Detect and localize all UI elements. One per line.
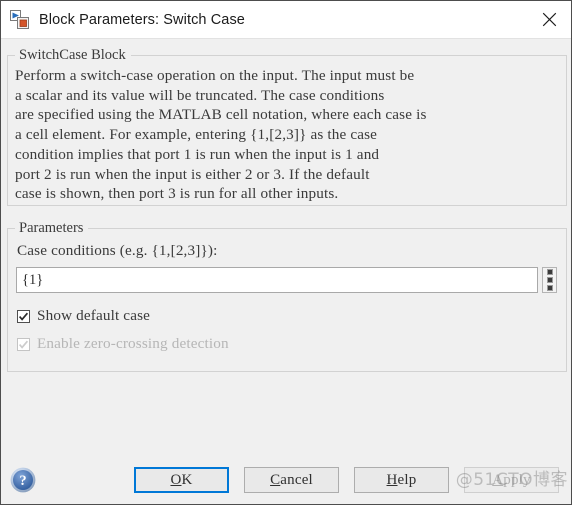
parameters-content: Case conditions (e.g. {1,[2,3]}): {1} Sh… [8,237,566,353]
checkbox-checked-icon [17,309,30,323]
checkbox-show-default-case[interactable]: Show default case [17,307,557,325]
cancel-button-label: Cancel [270,471,313,488]
cancel-button[interactable]: Cancel [244,467,339,493]
dialog-button-bar: OK Cancel Help Apply [134,467,561,493]
close-icon[interactable] [527,1,571,38]
block-description-text: Perform a switch-case operation on the i… [15,67,427,203]
dot-3 [546,285,553,291]
window-title: Block Parameters: Switch Case [39,11,245,28]
apply-button-label: Apply [492,471,531,488]
simulink-block-icon [10,10,29,29]
case-conditions-label: Case conditions (e.g. {1,[2,3]}): [17,242,218,259]
help-button[interactable]: Help [354,467,449,493]
ok-button-label: OK [170,471,193,488]
description-group-legend: SwitchCase Block [19,47,126,63]
question-mark-icon[interactable]: ? [10,467,36,493]
parameters-group-legend: Parameters [19,220,84,236]
checkbox-checked-disabled-icon [17,337,30,351]
case-conditions-input[interactable] [16,267,538,293]
parameters-group: Parameters Case conditions (e.g. {1,[2,3… [7,220,567,372]
ok-button[interactable]: OK [134,467,229,493]
vertical-dots-icon[interactable] [542,267,557,293]
help-button-label: Help [386,471,417,488]
title-bar: Block Parameters: Switch Case [1,1,571,39]
block-parameters-dialog: Block Parameters: Switch Case SwitchCase… [0,0,572,505]
dot-1 [546,269,553,275]
checkbox-show-default-case-label: Show default case [37,307,151,324]
description-group: SwitchCase Block Perform a switch-case o… [7,47,567,206]
dialog-footer: ? OK Cancel Help Apply @51CTO博客 [1,456,571,504]
case-conditions-row [16,267,557,293]
checkbox-enable-zero-crossing: Enable zero-crossing detection [17,335,557,353]
apply-button: Apply [464,467,559,493]
checkbox-enable-zero-crossing-label: Enable zero-crossing detection [37,335,229,352]
dialog-body: SwitchCase Block Perform a switch-case o… [1,39,571,456]
svg-text:?: ? [19,473,26,489]
dot-2 [546,277,553,283]
